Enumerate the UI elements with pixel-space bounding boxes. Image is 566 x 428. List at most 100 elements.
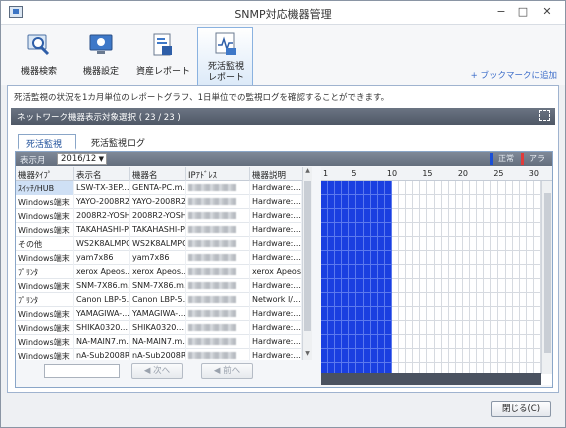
- table-cell: その他: [16, 237, 74, 251]
- chart-hscrollbar[interactable]: [321, 373, 541, 385]
- table-cell: Canon LBP-5...: [130, 293, 186, 307]
- status-cell-empty: [477, 307, 485, 321]
- tool-monitor-report[interactable]: 死活監視 レポート: [197, 27, 253, 87]
- status-cell-empty: [498, 265, 506, 279]
- status-cell-empty: [413, 293, 421, 307]
- status-cell-empty: [477, 237, 485, 251]
- status-cell-normal: [321, 335, 329, 349]
- status-cell-empty: [413, 251, 421, 265]
- table-row[interactable]: ﾌﾟﾘﾝﾀ Canon LBP-5... Canon LBP-5... Network…: [16, 293, 312, 307]
- close-window-button[interactable]: ✕: [539, 5, 555, 19]
- column-header[interactable]: 機器名: [130, 167, 186, 181]
- status-cell-normal: [356, 195, 364, 209]
- month-select[interactable]: 2016/12 ▼: [57, 153, 107, 165]
- status-cell-empty: [413, 279, 421, 293]
- status-cell-empty: [434, 237, 442, 251]
- main-panel: 死活監視の状況を1カ月単位のレポートグラフ、1日単位での監視ログを確認することが…: [7, 85, 559, 393]
- status-cell-empty: [399, 307, 407, 321]
- table-row[interactable]: Windows端末 2008R2-YOSHI 2008R2-YOSHI Hardwar…: [16, 209, 312, 223]
- table-cell: WS2K8ALMPOP: [130, 237, 186, 251]
- tab-monitor-log[interactable]: 死活監視ログ: [84, 134, 154, 150]
- table-row[interactable]: Windows端末 YAYO-2008R2 YAYO-2008R2 Hardware:…: [16, 195, 312, 209]
- status-cell-empty: [399, 293, 407, 307]
- prev-button[interactable]: ◀ 前へ: [201, 363, 253, 379]
- column-header[interactable]: 機器ﾀｲﾌﾟ: [16, 167, 74, 181]
- expand-icon[interactable]: [539, 110, 550, 121]
- table-row[interactable]: Windows端末 SHIKA0320... SHIKA0320... Hardwar…: [16, 321, 312, 335]
- status-cell-normal: [321, 279, 329, 293]
- tab-monitor[interactable]: 死活監視: [18, 134, 76, 150]
- status-cell-empty: [491, 335, 499, 349]
- next-button[interactable]: ◀ 次へ: [131, 363, 183, 379]
- table-cell: ﾌﾟﾘﾝﾀ: [16, 293, 74, 307]
- status-cell-empty: [406, 251, 414, 265]
- status-cell-normal: [384, 293, 392, 307]
- table-row[interactable]: Windows端末 nA-Sub2008R2 nA-Sub2008R2 Hardwar…: [16, 349, 312, 360]
- status-cell-normal: [321, 181, 329, 195]
- status-cell-empty: [512, 265, 520, 279]
- status-cell-empty: [427, 181, 435, 195]
- status-cell-empty: [462, 209, 471, 223]
- status-cell-empty: [505, 279, 513, 293]
- column-header[interactable]: 表示名: [74, 167, 130, 181]
- status-cell-empty: [498, 209, 506, 223]
- status-cell-empty: [470, 293, 478, 307]
- table-row[interactable]: ｽｲｯﾁ/HUB LSW-TX-3EP... GENTA-PC.m... Hardwa…: [16, 181, 312, 195]
- app-window: SNMP対応機器管理 − □ ✕ 機器検索 機器設定 資産レポート 死活監視 レ…: [0, 0, 566, 428]
- close-button[interactable]: 閉じる(C): [491, 401, 551, 417]
- column-header[interactable]: IPｱﾄﾞﾚｽ: [186, 167, 250, 181]
- table-row[interactable]: その他WS2K8ALMPOPWS2K8ALMPOPHardware:...: [16, 237, 312, 251]
- status-cell-empty: [519, 251, 527, 265]
- status-cell-empty: [399, 265, 407, 279]
- scroll-thumb[interactable]: [304, 181, 311, 331]
- status-cell-empty: [427, 279, 435, 293]
- status-cell-empty: [427, 293, 435, 307]
- redacted-ip: [188, 352, 236, 359]
- status-cell-empty: [420, 335, 428, 349]
- status-cell-empty: [399, 237, 407, 251]
- table-row[interactable]: Windows端末 YAMAGIWA-... YAMAGIWA-... Hardwar…: [16, 307, 312, 321]
- table-row[interactable]: Windows端末 yam7x86 yam7x86 Hardware:...: [16, 251, 312, 265]
- table-cell: Canon LBP-5...: [74, 293, 130, 307]
- status-cell-empty: [526, 181, 534, 195]
- search-input[interactable]: [44, 364, 120, 378]
- status-cell-normal: [356, 279, 364, 293]
- status-cell-normal: [321, 209, 329, 223]
- table-cell: Windows端末: [16, 349, 74, 360]
- status-cell-empty: [477, 181, 485, 195]
- table-row[interactable]: Windows端末 TAKAHASHI-PC TAKAHASHI-PC Hardwar…: [16, 223, 312, 237]
- status-cell-empty: [427, 321, 435, 335]
- tool-device-settings[interactable]: 機器設定: [73, 27, 129, 83]
- bookmark-link[interactable]: + ブックマークに追加: [471, 69, 557, 81]
- status-cell-empty: [470, 265, 478, 279]
- status-cell-empty: [448, 349, 456, 363]
- status-cell-empty: [399, 181, 407, 195]
- chart-scrollbar[interactable]: [541, 181, 552, 374]
- tool-device-search[interactable]: 機器検索: [11, 27, 67, 83]
- status-cell-empty: [477, 251, 485, 265]
- scroll-up-icon[interactable]: ▲: [303, 167, 312, 177]
- status-cell-empty: [391, 237, 400, 251]
- status-cell-normal: [328, 237, 336, 251]
- table-row[interactable]: Windows端末 SNM-7X86.m... SNM-7X86.m... Hardw…: [16, 279, 312, 293]
- status-cell-empty: [455, 223, 463, 237]
- x-tick-label: 15: [422, 169, 433, 178]
- table-cell: Windows端末: [16, 223, 74, 237]
- status-cell-empty: [526, 279, 534, 293]
- status-cell-normal: [321, 237, 329, 251]
- maximize-button[interactable]: □: [515, 5, 531, 19]
- table-scrollbar[interactable]: ▲ ▼: [302, 167, 312, 360]
- status-cell-empty: [519, 265, 527, 279]
- scroll-down-icon[interactable]: ▼: [303, 350, 312, 360]
- tool-asset-report[interactable]: 資産レポート: [135, 27, 191, 83]
- scroll-thumb[interactable]: [544, 193, 551, 353]
- minimize-button[interactable]: −: [493, 5, 509, 19]
- table-row[interactable]: Windows端末 NA-MAIN7.m... NA-MAIN7.m... Hardw…: [16, 335, 312, 349]
- table-row[interactable]: ﾌﾟﾘﾝﾀ xerox Apeos... xerox Apeos... xerox A…: [16, 265, 312, 279]
- status-cell-empty: [391, 307, 400, 321]
- device-table: 機器ﾀｲﾌﾟ 表示名 機器名 IPｱﾄﾞﾚｽ 機器説明 ｽｲｯﾁ/HUB LSW-…: [16, 167, 312, 360]
- status-cell-normal: [342, 209, 350, 223]
- status-cell-normal: [377, 223, 385, 237]
- status-cell-empty: [484, 181, 492, 195]
- table-cell: Hardware:...: [250, 335, 302, 349]
